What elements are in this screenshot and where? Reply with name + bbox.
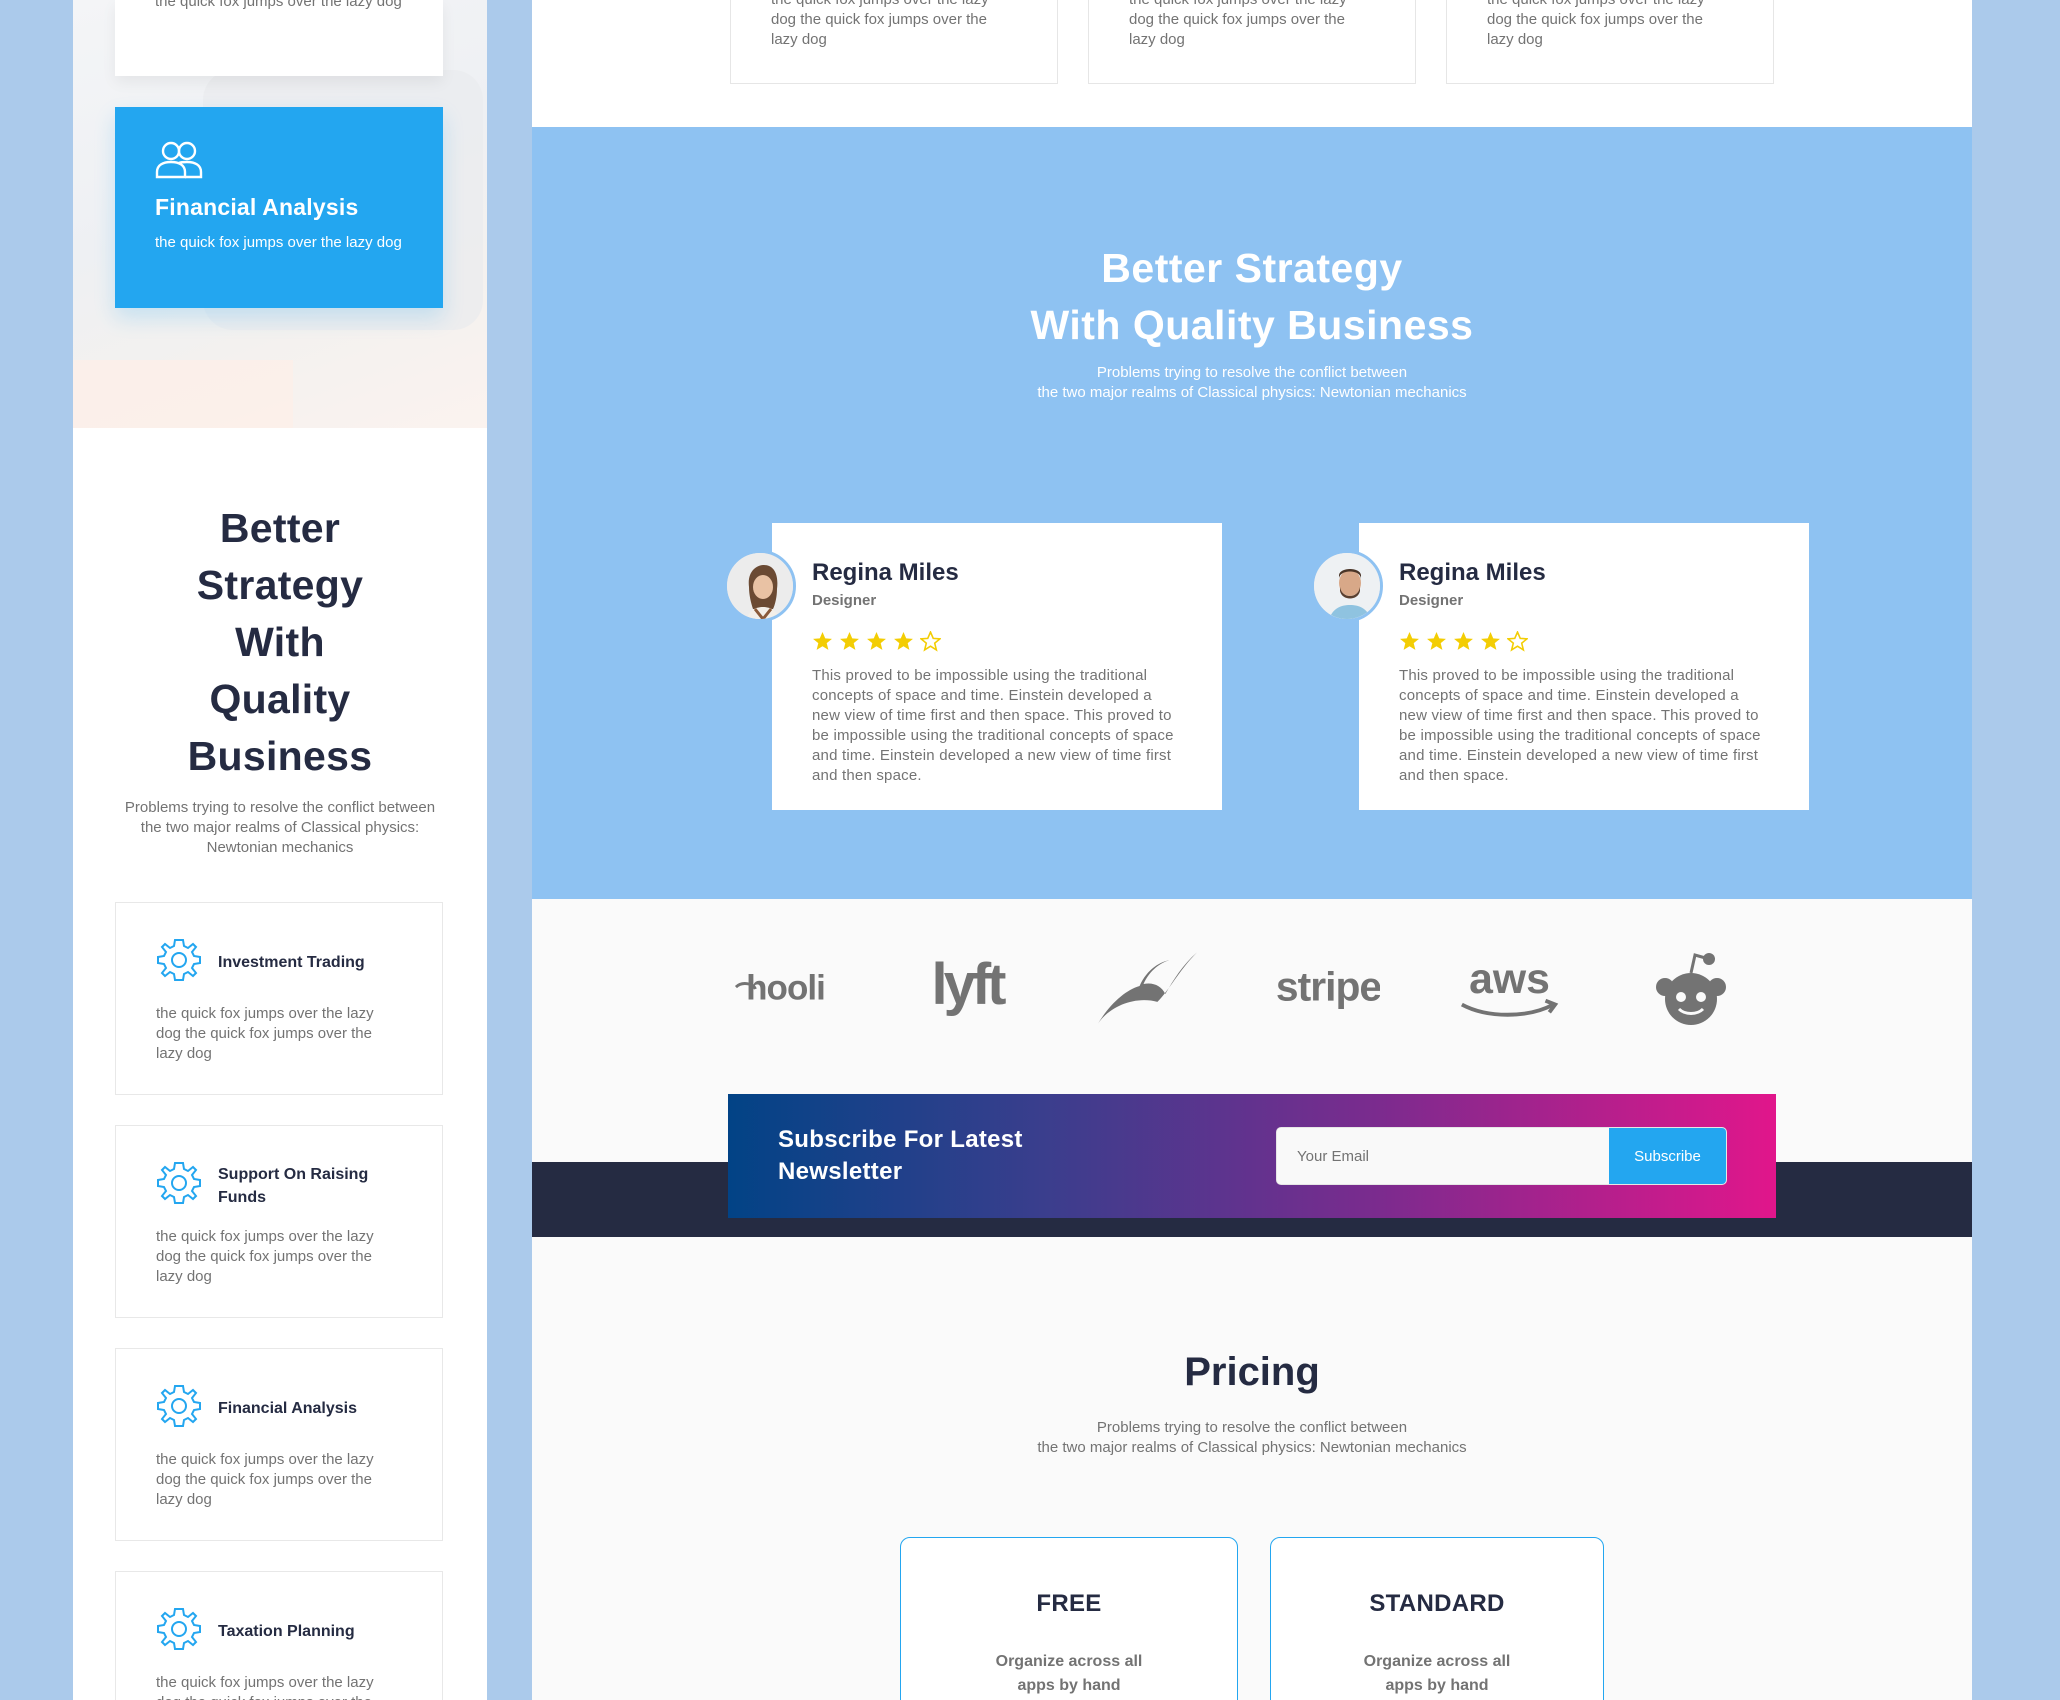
testimonials-subtitle: Problems trying to resolve the conflict …	[1037, 364, 1467, 401]
service-card-text: the quick fox jumps over the lazy dog th…	[1487, 0, 1705, 48]
star-filled-icon	[867, 632, 886, 650]
client-logos: hooli lyft stripe aws	[734, 949, 1742, 1029]
testimonial-name: Regina Miles	[812, 559, 959, 586]
avatar	[1311, 550, 1383, 622]
service-card-title: Financial Analysis	[155, 194, 359, 220]
email-input[interactable]	[1277, 1128, 1609, 1184]
feature-text: the quick fox jumps over the lazy dog th…	[156, 1674, 374, 1700]
newsletter-title: Subscribe For Latest Newsletter	[778, 1126, 1023, 1185]
feature-card[interactable]: Financial Analysis the quick fox jumps o…	[115, 1348, 443, 1541]
gear-icon	[156, 1606, 202, 1657]
star-filled-icon	[840, 632, 859, 650]
newsletter-form: Subscribe	[1276, 1127, 1727, 1185]
lyft-logo: lyft	[915, 949, 1018, 1029]
leaf-logo	[1096, 949, 1199, 1029]
mobile-section-title: Better Strategy With Quality Business	[187, 505, 373, 779]
feature-text: the quick fox jumps over the lazy dog th…	[156, 1228, 374, 1285]
feature-text: the quick fox jumps over the lazy dog th…	[156, 1451, 374, 1508]
svg-text:lyft: lyft	[931, 958, 1006, 1017]
mobile-section-subtitle: Problems trying to resolve the conflict …	[124, 799, 436, 856]
testimonial-role: Designer	[1399, 592, 1464, 609]
service-card-text: the quick fox jumps over the lazy dog th…	[1129, 0, 1347, 48]
feature-card[interactable]: Support On Raising Funds the quick fox j…	[115, 1125, 443, 1318]
stripe-logo: stripe	[1277, 949, 1380, 1029]
reddit-logo	[1639, 949, 1742, 1029]
service-card[interactable]: the quick fox jumps over the lazy dog th…	[1446, 0, 1774, 84]
testimonial-text: This proved to be impossible using the t…	[1399, 667, 1761, 784]
star-filled-icon	[1481, 632, 1500, 650]
service-card-text: the quick fox jumps over the lazy dog	[155, 0, 402, 10]
plan-description: Organize across all apps by hand	[995, 1653, 1143, 1694]
hooli-logo: hooli	[734, 949, 837, 1029]
service-card-text: the quick fox jumps over the lazy dog	[155, 234, 402, 251]
testimonial-card: Regina Miles Designer This proved to be …	[772, 523, 1222, 810]
pricing-title: Pricing	[1184, 1350, 1320, 1394]
service-card[interactable]: the quick fox jumps over the lazy dog th…	[730, 0, 1058, 84]
star-filled-icon	[1427, 632, 1446, 650]
gear-icon	[156, 937, 202, 988]
feature-text: the quick fox jumps over the lazy dog th…	[156, 1005, 374, 1062]
testimonials-title: Better Strategy With Quality Business	[1030, 245, 1474, 348]
avatar	[724, 550, 796, 622]
star-empty-icon	[1507, 631, 1528, 652]
star-empty-icon	[920, 631, 941, 652]
service-card[interactable]: the quick fox jumps over the lazy dog th…	[1088, 0, 1416, 84]
testimonial-role: Designer	[812, 592, 877, 609]
aws-logo: aws	[1458, 949, 1561, 1029]
pricing-section: Pricing Problems trying to resolve the c…	[532, 1237, 1972, 1700]
feature-title: Investment Trading	[218, 954, 365, 971]
newsletter-banner: Subscribe For Latest Newsletter Subscrib…	[728, 1094, 1776, 1218]
users-icon	[155, 141, 203, 183]
pricing-card-standard[interactable]: STANDARD Organize across all apps by han…	[1270, 1537, 1604, 1700]
testimonials-section: Better Strategy With Quality Business Pr…	[532, 127, 1972, 899]
plan-name: STANDARD	[1369, 1590, 1505, 1617]
gear-icon	[156, 1160, 202, 1211]
feature-card[interactable]: Investment Trading the quick fox jumps o…	[115, 902, 443, 1095]
pricing-card-free[interactable]: FREE Organize across all apps by hand	[900, 1537, 1238, 1700]
rating-stars	[1399, 631, 1769, 652]
plan-name: FREE	[1036, 1590, 1102, 1617]
svg-text:aws: aws	[1469, 955, 1550, 1003]
star-filled-icon	[894, 632, 913, 650]
service-card-text: the quick fox jumps over the lazy dog th…	[771, 0, 989, 48]
plan-description: Organize across all apps by hand	[1363, 1653, 1511, 1694]
rating-stars	[812, 631, 1182, 652]
service-card: the quick fox jumps over the lazy dog	[115, 0, 443, 76]
gear-icon	[156, 1383, 202, 1434]
services-row: the quick fox jumps over the lazy dog th…	[730, 0, 1774, 84]
desktop-preview: the quick fox jumps over the lazy dog th…	[532, 0, 1972, 1700]
testimonial-card: Regina Miles Designer This proved to be …	[1359, 523, 1809, 810]
pricing-subtitle: Problems trying to resolve the conflict …	[1037, 1419, 1467, 1456]
star-filled-icon	[1454, 632, 1473, 650]
svg-text:hooli: hooli	[746, 969, 825, 1008]
mobile-preview: the quick fox jumps over the lazy dog Fi…	[73, 0, 487, 1700]
feature-title: Financial Analysis	[218, 1400, 358, 1417]
star-filled-icon	[813, 632, 832, 650]
testimonial-text: This proved to be impossible using the t…	[812, 667, 1174, 784]
svg-text:stripe: stripe	[1277, 964, 1380, 1010]
feature-title: Taxation Planning	[218, 1623, 355, 1640]
feature-title: Support On Raising Funds	[218, 1165, 369, 1206]
star-filled-icon	[1400, 632, 1419, 650]
service-card-active[interactable]: Financial Analysis the quick fox jumps o…	[115, 107, 443, 308]
testimonial-name: Regina Miles	[1399, 559, 1546, 586]
subscribe-button[interactable]: Subscribe	[1609, 1128, 1726, 1184]
feature-card[interactable]: Taxation Planning the quick fox jumps ov…	[115, 1571, 443, 1700]
